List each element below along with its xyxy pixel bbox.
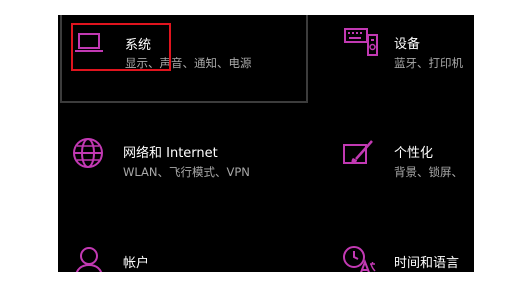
tile-network-description: WLAN、飞行模式、VPN — [123, 165, 250, 179]
tile-personalization-title: 个性化 — [394, 146, 434, 161]
tile-time-language[interactable]: 时间和语言 — [336, 235, 474, 272]
tile-network-title: 网络和 Internet — [123, 146, 218, 161]
keyboard-device-icon — [344, 27, 378, 59]
tile-devices[interactable]: 设备 蓝牙、打印机 — [336, 15, 474, 105]
tile-time-language-title: 时间和语言 — [394, 256, 460, 271]
tile-personalization-description: 背景、锁屏、 — [394, 165, 463, 179]
time-language-icon — [342, 245, 376, 272]
globe-icon — [72, 137, 104, 169]
tile-devices-description: 蓝牙、打印机 — [394, 56, 463, 70]
tile-accounts[interactable]: 帐户 — [58, 235, 308, 272]
tile-accounts-title: 帐户 — [123, 256, 150, 271]
person-icon — [74, 245, 104, 272]
tile-personalization[interactable]: 个性化 背景、锁屏、 — [336, 125, 474, 195]
highlight-annotation-box — [71, 23, 171, 71]
paint-brush-icon — [342, 139, 376, 171]
tile-devices-title: 设备 — [394, 37, 421, 52]
tile-network[interactable]: 网络和 Internet WLAN、飞行模式、VPN — [58, 125, 308, 195]
